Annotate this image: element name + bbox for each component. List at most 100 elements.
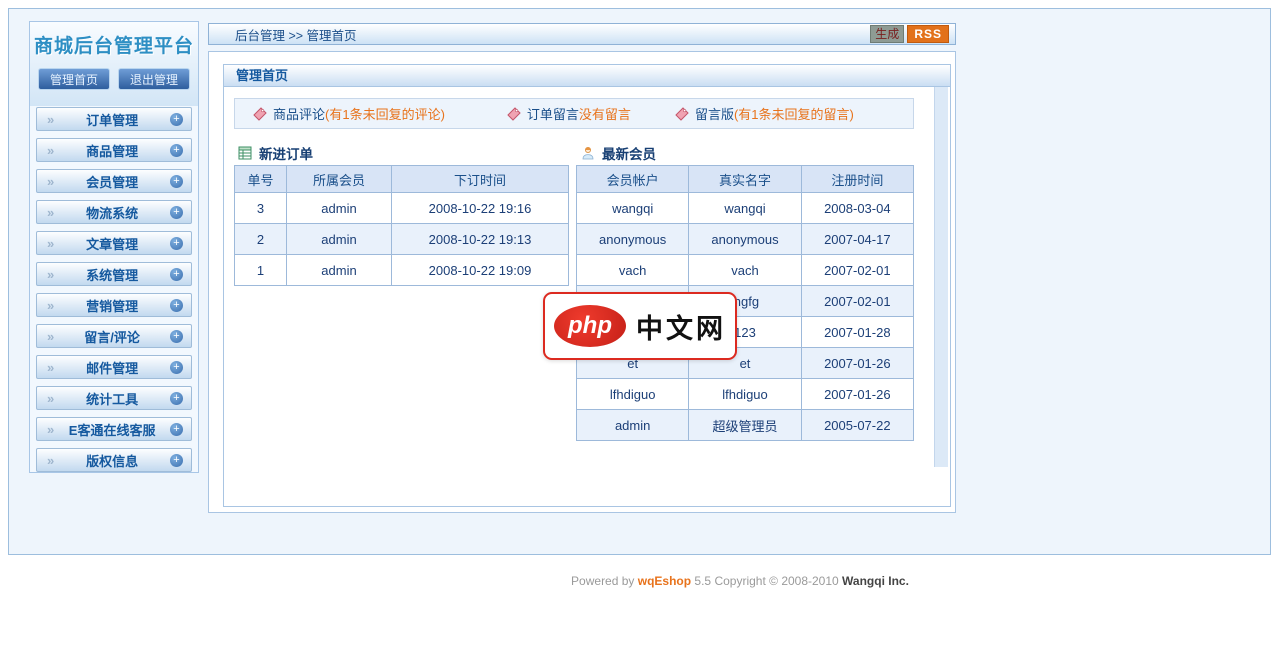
orders-section-title: 新进订单 bbox=[238, 143, 313, 163]
sidebar-item-1[interactable]: »商品管理+ bbox=[36, 138, 192, 162]
double-chevron-icon: » bbox=[47, 236, 54, 251]
sidebar-item-label: 邮件管理 bbox=[54, 358, 170, 377]
dashboard-panel: 管理首页 商品评论(有1条未回复的评论) 订单留言没有留言 留言版(有 bbox=[223, 64, 951, 507]
php-logo: php bbox=[554, 305, 626, 347]
sidebar-item-4[interactable]: »文章管理+ bbox=[36, 231, 192, 255]
sidebar-item-label: 留言/评论 bbox=[54, 327, 170, 346]
table-cell: 2007-02-01 bbox=[801, 255, 913, 286]
expand-plus-icon[interactable]: + bbox=[170, 330, 183, 343]
double-chevron-icon: » bbox=[47, 391, 54, 406]
column-header: 注册时间 bbox=[801, 166, 913, 193]
expand-plus-icon[interactable]: + bbox=[170, 206, 183, 219]
admin-home-button[interactable]: 管理首页 bbox=[38, 68, 110, 90]
expand-plus-icon[interactable]: + bbox=[170, 144, 183, 157]
expand-plus-icon[interactable]: + bbox=[170, 454, 183, 467]
table-cell: admin bbox=[287, 224, 392, 255]
sidebar-item-11[interactable]: »版权信息+ bbox=[36, 448, 192, 472]
footer-copyright: Copyright © 2008-2010 bbox=[714, 574, 842, 588]
table-cell: lfhdiguo bbox=[689, 379, 801, 410]
sidebar-item-5[interactable]: »系统管理+ bbox=[36, 262, 192, 286]
table-cell: 2007-02-01 bbox=[801, 286, 913, 317]
sidebar-item-7[interactable]: »留言/评论+ bbox=[36, 324, 192, 348]
content-frame: 管理首页 商品评论(有1条未回复的评论) 订单留言没有留言 留言版(有 bbox=[208, 51, 956, 513]
table-cell: 1 bbox=[235, 255, 287, 286]
page-frame: 商城后台管理平台 管理首页 退出管理 »订单管理+»商品管理+»会员管理+»物流… bbox=[8, 8, 1271, 555]
logo-box: 商城后台管理平台 管理首页 退出管理 bbox=[30, 22, 198, 106]
notice-label: 留言版 bbox=[695, 104, 734, 123]
table-cell: admin bbox=[577, 410, 689, 441]
table-row: wangqiwangqi2008-03-04 bbox=[577, 193, 914, 224]
notice-highlight: 没有留言 bbox=[579, 104, 631, 123]
sidebar-item-label: 系统管理 bbox=[54, 265, 170, 284]
sidebar-item-9[interactable]: »统计工具+ bbox=[36, 386, 192, 410]
table-cell: 超级管理员 bbox=[689, 410, 801, 441]
double-chevron-icon: » bbox=[47, 205, 54, 220]
notice-product-comments[interactable]: 商品评论(有1条未回复的评论) bbox=[253, 104, 445, 123]
table-cell: 2007-01-28 bbox=[801, 317, 913, 348]
sidebar-item-3[interactable]: »物流系统+ bbox=[36, 200, 192, 224]
sidebar-item-10[interactable]: »E客通在线客服+ bbox=[36, 417, 192, 441]
expand-plus-icon[interactable]: + bbox=[170, 299, 183, 312]
sidebar-item-label: E客通在线客服 bbox=[54, 420, 170, 439]
sidebar-item-label: 会员管理 bbox=[54, 172, 170, 191]
generate-button[interactable]: 生成 bbox=[870, 25, 904, 43]
expand-plus-icon[interactable]: + bbox=[170, 237, 183, 250]
table-cell: 2008-10-22 19:16 bbox=[392, 193, 569, 224]
sidebar: 商城后台管理平台 管理首页 退出管理 »订单管理+»商品管理+»会员管理+»物流… bbox=[29, 21, 199, 473]
tag-icon bbox=[675, 107, 689, 121]
notice-highlight: (有1条未回复的评论) bbox=[325, 104, 445, 123]
table-cell: admin bbox=[287, 193, 392, 224]
expand-plus-icon[interactable]: + bbox=[170, 361, 183, 374]
sidebar-item-label: 订单管理 bbox=[54, 110, 170, 129]
expand-plus-icon[interactable]: + bbox=[170, 268, 183, 281]
person-icon bbox=[581, 146, 595, 160]
column-header: 单号 bbox=[235, 166, 287, 193]
notice-order-messages[interactable]: 订单留言没有留言 bbox=[507, 104, 631, 123]
table-row: lfhdiguolfhdiguo2007-01-26 bbox=[577, 379, 914, 410]
table-cell: anonymous bbox=[577, 224, 689, 255]
table-row: admin超级管理员2005-07-22 bbox=[577, 410, 914, 441]
sidebar-item-6[interactable]: »营销管理+ bbox=[36, 293, 192, 317]
sidebar-item-label: 文章管理 bbox=[54, 234, 170, 253]
sidebar-item-label: 营销管理 bbox=[54, 296, 170, 315]
notice-label: 订单留言 bbox=[527, 104, 579, 123]
table-cell: 2008-03-04 bbox=[801, 193, 913, 224]
orders-title-text: 新进订单 bbox=[259, 143, 313, 163]
sidebar-item-0[interactable]: »订单管理+ bbox=[36, 107, 192, 131]
sidebar-menu: »订单管理+»商品管理+»会员管理+»物流系统+»文章管理+»系统管理+»营销管… bbox=[30, 107, 198, 479]
sidebar-item-2[interactable]: »会员管理+ bbox=[36, 169, 192, 193]
breadcrumb-bar: 后台管理 >> 管理首页 生成 RSS bbox=[208, 23, 956, 45]
logout-button[interactable]: 退出管理 bbox=[118, 68, 190, 90]
orders-table: 单号所属会员下订时间3admin2008-10-22 19:162admin20… bbox=[234, 165, 569, 286]
notice-guestbook[interactable]: 留言版(有1条未回复的留言) bbox=[675, 104, 854, 123]
column-header: 会员帐户 bbox=[577, 166, 689, 193]
table-cell: wangqi bbox=[577, 193, 689, 224]
expand-plus-icon[interactable]: + bbox=[170, 392, 183, 405]
table-cell: 2008-10-22 19:13 bbox=[392, 224, 569, 255]
sidebar-item-label: 商品管理 bbox=[54, 141, 170, 160]
table-cell: vach bbox=[689, 255, 801, 286]
table-cell: anonymous bbox=[689, 224, 801, 255]
double-chevron-icon: » bbox=[47, 174, 54, 189]
table-cell: wangqi bbox=[689, 193, 801, 224]
watermark-text: 中文网 bbox=[636, 307, 726, 346]
footer-powered: Powered by bbox=[571, 574, 638, 588]
members-title-text: 最新会员 bbox=[602, 143, 656, 163]
table-cell: 2007-01-26 bbox=[801, 379, 913, 410]
expand-plus-icon[interactable]: + bbox=[170, 175, 183, 188]
footer-brand[interactable]: wqEshop bbox=[638, 574, 691, 588]
notice-box: 商品评论(有1条未回复的评论) 订单留言没有留言 留言版(有1条未回复的留言) bbox=[234, 98, 914, 129]
double-chevron-icon: » bbox=[47, 143, 54, 158]
double-chevron-icon: » bbox=[47, 453, 54, 468]
sidebar-item-8[interactable]: »邮件管理+ bbox=[36, 355, 192, 379]
table-cell: 2 bbox=[235, 224, 287, 255]
double-chevron-icon: » bbox=[47, 112, 54, 127]
rss-badge[interactable]: RSS bbox=[907, 25, 949, 43]
sidebar-item-label: 版权信息 bbox=[54, 451, 170, 470]
expand-plus-icon[interactable]: + bbox=[170, 423, 183, 436]
table-cell: admin bbox=[287, 255, 392, 286]
footer-company: Wangqi Inc. bbox=[842, 574, 909, 588]
app-title: 商城后台管理平台 bbox=[30, 31, 198, 58]
tag-icon bbox=[253, 107, 267, 121]
expand-plus-icon[interactable]: + bbox=[170, 113, 183, 126]
